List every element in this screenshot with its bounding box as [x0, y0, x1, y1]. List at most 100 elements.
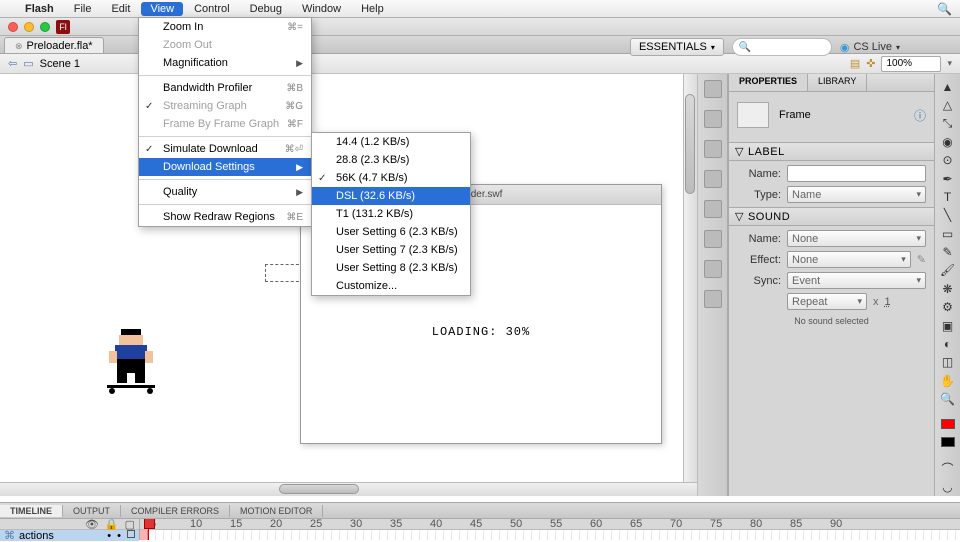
- sound-sync-select[interactable]: Event: [787, 272, 926, 289]
- speed-28-8[interactable]: 28.8 (2.3 KB/s): [312, 151, 470, 169]
- dock-icon[interactable]: [704, 230, 722, 248]
- brush-tool[interactable]: 🖌: [938, 262, 958, 279]
- playhead[interactable]: [148, 519, 149, 540]
- dock-icon[interactable]: [704, 200, 722, 218]
- menu-separator: [139, 136, 311, 137]
- menu-separator: [139, 75, 311, 76]
- timeline-ruler[interactable]: 51015202530354045505560657075808590: [140, 519, 960, 540]
- essentials-button[interactable]: ESSENTIALS ▾: [630, 38, 724, 56]
- menu-quality[interactable]: Quality▶: [139, 183, 311, 201]
- info-icon[interactable]: ⓘ: [914, 107, 926, 124]
- timeline-panel: 👁🔒▢ ⌘actions•• 5101520253035404550556065…: [0, 518, 960, 540]
- scroll-thumb[interactable]: [685, 94, 695, 194]
- tab-compiler-errors[interactable]: COMPILER ERRORS: [121, 505, 230, 517]
- tab-motion-editor[interactable]: MOTION EDITOR: [230, 505, 323, 517]
- scroll-thumb[interactable]: [279, 484, 359, 494]
- sound-effect-select[interactable]: None: [787, 251, 911, 268]
- menu-file[interactable]: File: [65, 2, 101, 16]
- vertical-scrollbar[interactable]: [683, 74, 697, 482]
- horizontal-scrollbar[interactable]: [0, 482, 697, 496]
- line-tool[interactable]: ╲: [938, 207, 958, 224]
- loading-text: LOADING: 30%: [301, 325, 661, 339]
- pencil-tool[interactable]: ✎: [938, 243, 958, 260]
- layer-row[interactable]: ⌘actions••: [0, 530, 139, 541]
- pen-tool[interactable]: ✒: [938, 170, 958, 187]
- dock-icon[interactable]: [704, 110, 722, 128]
- speed-56k[interactable]: ✓56K (4.7 KB/s): [312, 169, 470, 187]
- menu-window[interactable]: Window: [293, 2, 350, 16]
- close-icon[interactable]: ⊗: [15, 41, 23, 52]
- bone-tool[interactable]: ⚙: [938, 299, 958, 316]
- zoom-tool[interactable]: 🔍: [938, 390, 958, 407]
- edit-symbol-icon[interactable]: ✜: [866, 57, 875, 70]
- tab-timeline[interactable]: TIMELINE: [0, 505, 63, 517]
- menu-help[interactable]: Help: [352, 2, 393, 16]
- selection-tool[interactable]: ▲: [938, 78, 958, 95]
- subselect-tool[interactable]: △: [938, 96, 958, 113]
- deco-tool[interactable]: ❋: [938, 280, 958, 297]
- menu-control[interactable]: Control: [185, 2, 238, 16]
- dock-icon[interactable]: [704, 290, 722, 308]
- menu-magnification[interactable]: Magnification▶: [139, 54, 311, 72]
- zoom-traffic-light[interactable]: [40, 22, 50, 32]
- dock-icon[interactable]: [704, 170, 722, 188]
- dock-icon[interactable]: [704, 140, 722, 158]
- menu-simulate-download[interactable]: ✓Simulate Download⌘⏎: [139, 140, 311, 158]
- cslive-button[interactable]: ◉CS Live ▾: [840, 41, 900, 54]
- tab-properties[interactable]: PROPERTIES: [729, 74, 808, 91]
- eye-icon[interactable]: 👁: [85, 518, 99, 531]
- sound-name-select[interactable]: None: [787, 230, 926, 247]
- sound-repeat-select[interactable]: Repeat: [787, 293, 867, 310]
- option-tool[interactable]: ◡: [938, 479, 958, 496]
- frame-track[interactable]: [140, 530, 960, 540]
- speed-user8[interactable]: User Setting 8 (2.3 KB/s): [312, 259, 470, 277]
- hand-tool[interactable]: ✋: [938, 372, 958, 389]
- fill-swatch[interactable]: [938, 434, 958, 451]
- speed-t1[interactable]: T1 (131.2 KB/s): [312, 205, 470, 223]
- menu-zoom-in[interactable]: Zoom In⌘=: [139, 18, 311, 36]
- text-tool[interactable]: T: [938, 188, 958, 205]
- menu-download-settings[interactable]: Download Settings▶: [139, 158, 311, 176]
- rectangle-tool[interactable]: ▭: [938, 225, 958, 242]
- keyframe[interactable]: [140, 530, 148, 540]
- free-transform-tool[interactable]: ⤡: [938, 115, 958, 132]
- paint-bucket-tool[interactable]: ▣: [938, 317, 958, 334]
- label-section-header[interactable]: ▽LABEL: [729, 142, 934, 161]
- frame-type-select[interactable]: Name: [787, 186, 926, 203]
- speed-customize[interactable]: Customize...: [312, 277, 470, 295]
- document-tab[interactable]: ⊗Preloader.fla*: [4, 37, 104, 53]
- edit-scene-icon[interactable]: ▤: [850, 57, 860, 70]
- minimize-traffic-light[interactable]: [24, 22, 34, 32]
- zoom-menu-icon[interactable]: ▾: [947, 58, 952, 69]
- speed-user7[interactable]: User Setting 7 (2.3 KB/s): [312, 241, 470, 259]
- speed-user6[interactable]: User Setting 6 (2.3 KB/s): [312, 223, 470, 241]
- timeline-layers: 👁🔒▢ ⌘actions••: [0, 519, 140, 540]
- back-icon[interactable]: ⇦: [8, 57, 17, 70]
- tab-output[interactable]: OUTPUT: [63, 505, 121, 517]
- eraser-tool[interactable]: ◫: [938, 354, 958, 371]
- menu-debug[interactable]: Debug: [241, 2, 291, 16]
- dock-icon[interactable]: [704, 260, 722, 278]
- 3d-rotate-tool[interactable]: ◉: [938, 133, 958, 150]
- menu-show-redraw[interactable]: Show Redraw Regions⌘E: [139, 208, 311, 226]
- dock-icon[interactable]: [704, 80, 722, 98]
- eyedropper-tool[interactable]: ◐: [938, 335, 958, 352]
- menu-flash[interactable]: Flash: [16, 2, 63, 16]
- lasso-tool[interactable]: ⊙: [938, 152, 958, 169]
- repeat-times[interactable]: 1: [885, 296, 891, 308]
- speed-dsl[interactable]: DSL (32.6 KB/s): [312, 187, 470, 205]
- sound-name-label: Name:: [737, 233, 781, 245]
- menu-edit[interactable]: Edit: [102, 2, 139, 16]
- speed-14-4[interactable]: 14.4 (1.2 KB/s): [312, 133, 470, 151]
- snap-tool[interactable]: ⌒: [938, 459, 958, 478]
- close-traffic-light[interactable]: [8, 22, 18, 32]
- edit-effect-icon[interactable]: ✎: [917, 253, 926, 266]
- spotlight-icon[interactable]: 🔍: [937, 2, 952, 16]
- sound-section-header[interactable]: ▽SOUND: [729, 207, 934, 226]
- frame-name-input[interactable]: [787, 165, 926, 182]
- stroke-swatch[interactable]: [938, 415, 958, 432]
- search-input[interactable]: 🔍: [732, 38, 832, 56]
- menu-view[interactable]: View: [141, 2, 183, 16]
- tab-library[interactable]: LIBRARY: [808, 74, 867, 91]
- menu-bandwidth-profiler[interactable]: Bandwidth Profiler⌘B: [139, 79, 311, 97]
